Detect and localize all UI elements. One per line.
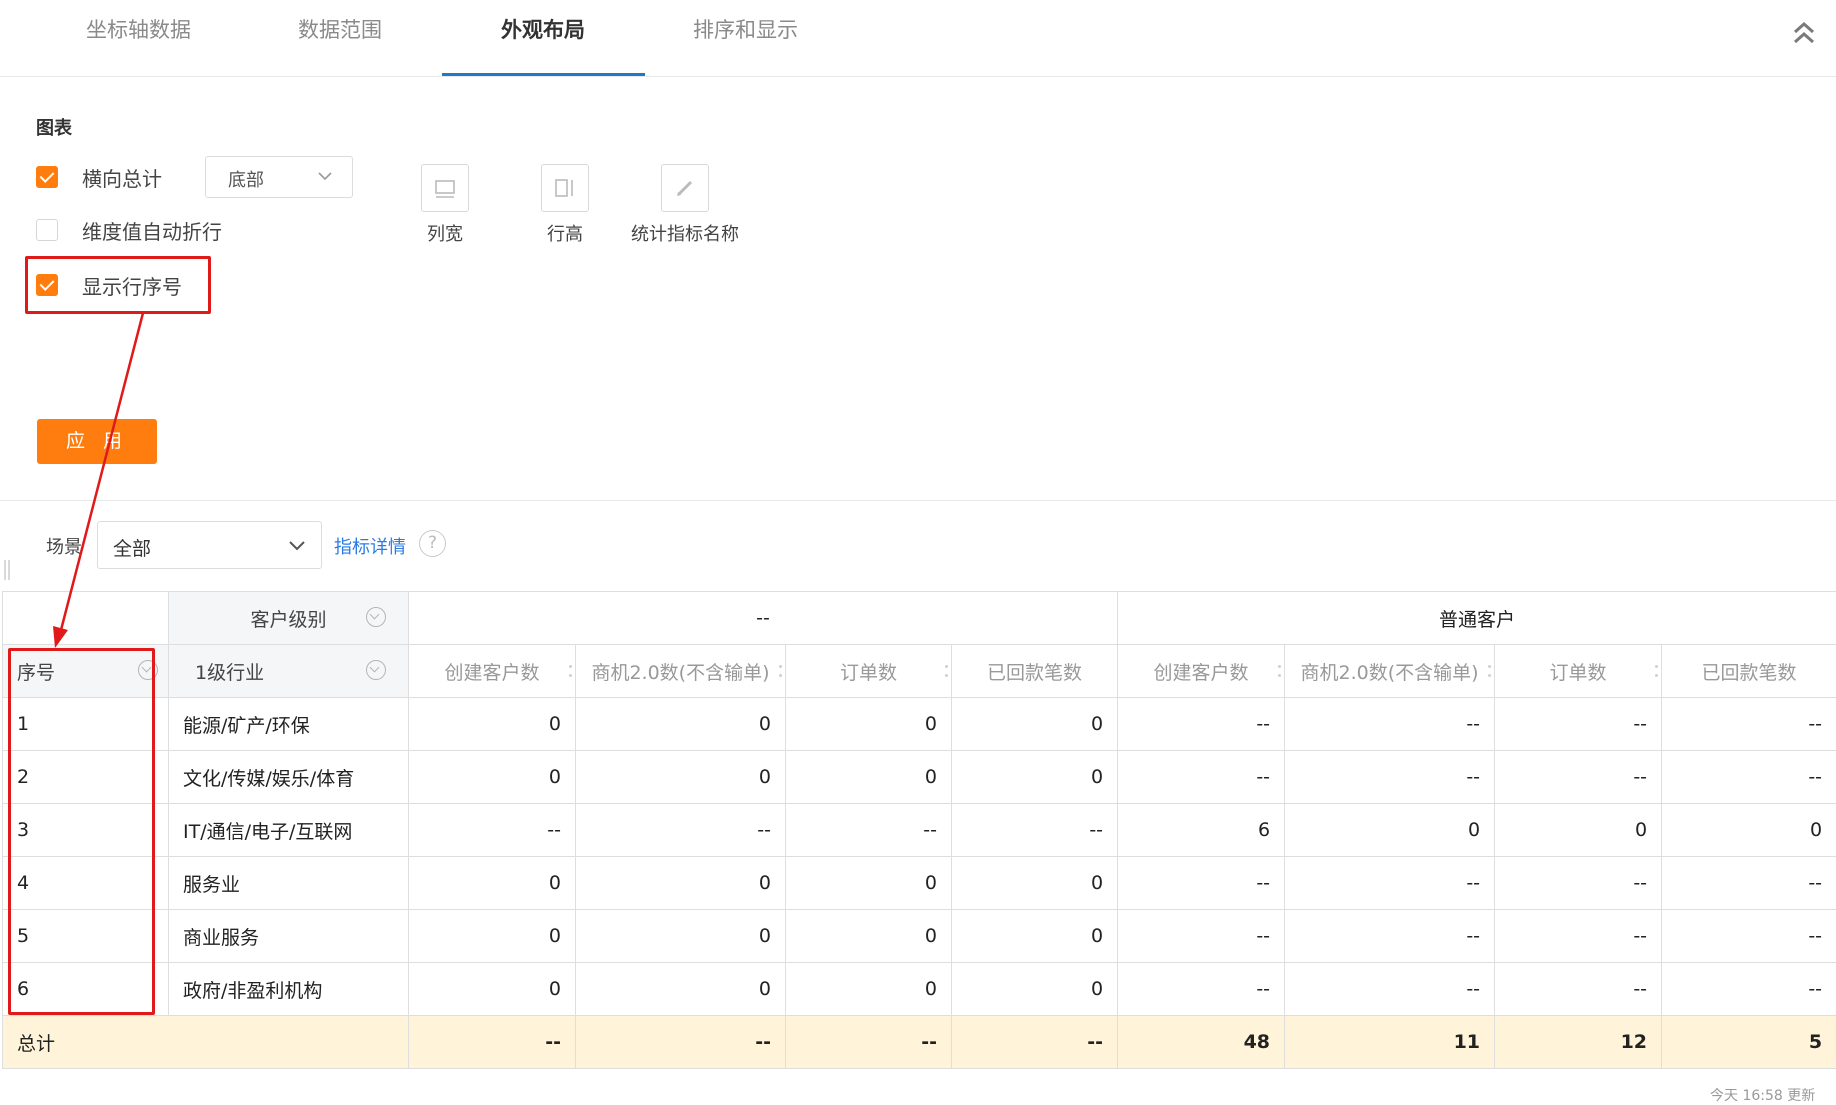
annotation-arrow-icon <box>0 0 1836 1093</box>
